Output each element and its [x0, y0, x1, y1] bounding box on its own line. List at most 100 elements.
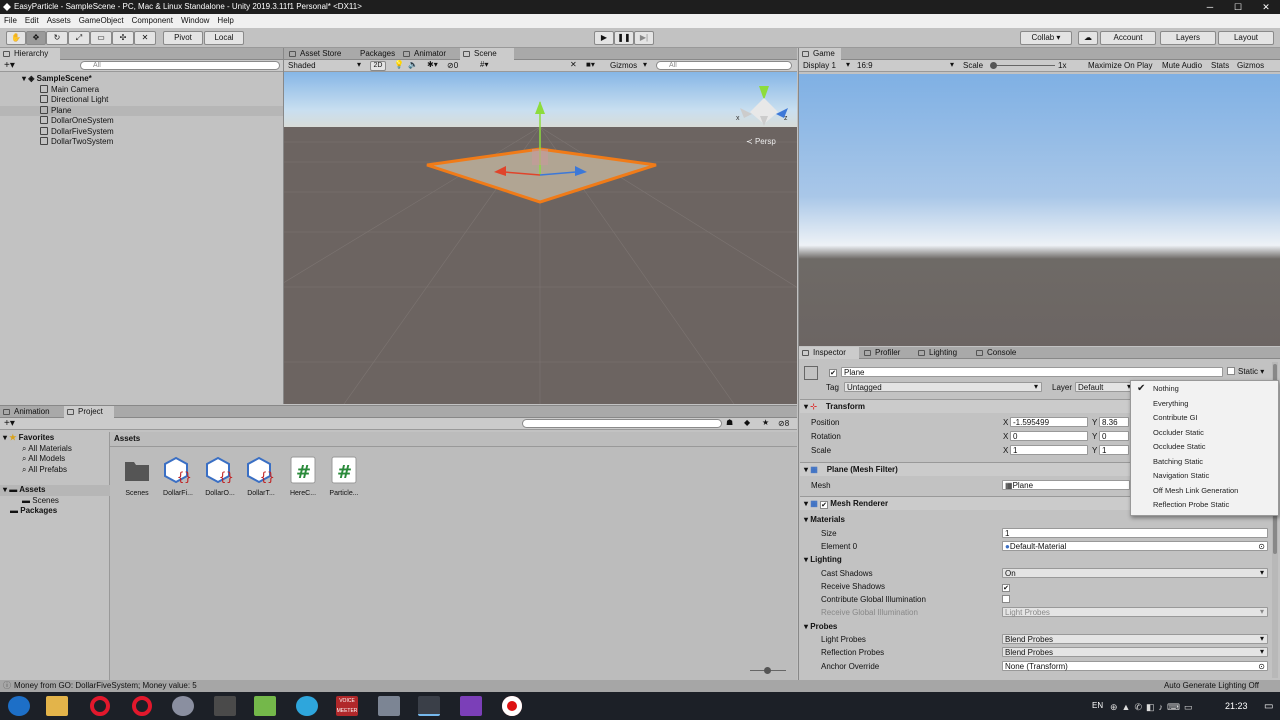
start-button[interactable] [8, 696, 30, 716]
hidden-packages-toggle[interactable]: ⊘8 [778, 419, 789, 428]
effects-toggle-icon[interactable]: ✱▾ [427, 60, 438, 69]
object-active-checkbox[interactable]: ✔ [829, 367, 837, 377]
tray-icons[interactable]: ⊕▲✆◧♪⌨▭ [1110, 702, 1197, 713]
step-button[interactable]: ▶| [634, 31, 654, 45]
asset-dollart-script[interactable]: {} DollarT... [241, 456, 281, 497]
mute-audio-toggle[interactable]: Mute Audio [1162, 61, 1202, 70]
telegram-icon[interactable] [296, 696, 318, 716]
static-option-off-mesh-link[interactable]: Off Mesh Link Generation [1153, 485, 1238, 497]
scale-x-field[interactable]: 1 [1010, 445, 1088, 455]
filter-label-icon[interactable]: ◆ [744, 418, 750, 427]
tab-game[interactable]: Game [799, 48, 841, 60]
menu-assets[interactable]: Assets [43, 14, 75, 28]
account-dropdown[interactable]: Account [1100, 31, 1156, 45]
hierarchy-item-plane[interactable]: Plane [0, 105, 283, 116]
static-option-batching[interactable]: Batching Static [1153, 456, 1203, 468]
notifications-icon[interactable]: ▭ [1264, 701, 1273, 712]
scenes-folder[interactable]: ▬ Scenes [22, 496, 59, 507]
pause-button[interactable]: ❚❚ [614, 31, 634, 45]
project-create-icon[interactable]: +▾ [4, 418, 15, 429]
tab-inspector[interactable]: Inspector [799, 347, 859, 359]
anchor-override-field[interactable]: None (Transform) ⊙ [1002, 661, 1268, 671]
opera-gx-icon[interactable] [132, 696, 152, 716]
lighting-toggle-icon[interactable]: 💡 [394, 60, 404, 69]
auto-lighting-status[interactable]: Auto Generate Lighting Off [1164, 680, 1259, 692]
menu-file[interactable]: File [0, 14, 21, 28]
static-option-navigation[interactable]: Navigation Static [1153, 470, 1209, 482]
hierarchy-item-dollar-two[interactable]: DollarTwoSystem [0, 137, 283, 148]
hand-tool-icon[interactable]: ✋ [6, 31, 26, 45]
static-option-everything[interactable]: Everything [1153, 398, 1188, 410]
tag-dropdown[interactable]: Untagged [844, 382, 1042, 392]
tab-asset-store[interactable]: Asset Store [286, 48, 348, 60]
close-button[interactable]: ✕ [1252, 0, 1280, 14]
game-viewport[interactable] [799, 74, 1280, 346]
custom-tool-icon[interactable]: ✕ [134, 31, 156, 45]
grid-toggle-icon[interactable]: #▾ [480, 60, 488, 69]
filter-type-icon[interactable]: ☗ [726, 418, 733, 427]
minimize-button[interactable]: ─ [1196, 0, 1224, 14]
paint-icon[interactable] [172, 696, 194, 716]
favorite-star-icon[interactable]: ★ [762, 418, 769, 427]
hierarchy-item-main-camera[interactable]: Main Camera [0, 84, 283, 96]
position-x-field[interactable]: -1.595499 [1010, 417, 1088, 427]
scene-root[interactable]: ▾ ◈ SampleScene* [0, 74, 283, 85]
hidden-objects-toggle[interactable]: ⊘0 [447, 61, 458, 70]
mesh-field[interactable]: ▦Plane [1002, 480, 1130, 490]
camera-icon[interactable]: ■▾ [586, 60, 595, 69]
menu-gameobject[interactable]: GameObject [75, 14, 128, 28]
project-search[interactable] [522, 419, 722, 428]
create-plus-icon[interactable]: +▾ [4, 60, 15, 71]
object-picker-icon[interactable]: ⊙ [1258, 662, 1265, 671]
thumbnail-size-slider[interactable] [750, 667, 786, 674]
game-gizmos-toggle[interactable]: Gizmos [1237, 61, 1264, 70]
element0-field[interactable]: ●Default-Material ⊙ [1002, 541, 1268, 551]
favorites-all-materials[interactable]: ⌕ All Materials [22, 444, 72, 455]
display-dropdown[interactable]: Display 1 [801, 60, 853, 71]
thumbnail-size-thumb[interactable] [764, 667, 771, 674]
asset-herec-script[interactable]: # HereC... [283, 456, 323, 497]
tab-project[interactable]: Project [64, 406, 114, 418]
scale-slider[interactable] [990, 62, 1055, 69]
tab-animator[interactable]: Animator [400, 48, 460, 60]
gizmos-dropdown[interactable]: Gizmos [608, 60, 650, 71]
static-option-nothing[interactable]: ✔ Nothing [1137, 383, 1179, 395]
mesh-renderer-enabled-checkbox[interactable]: ✔ [820, 501, 829, 509]
favorites-all-models[interactable]: ⌕ All Models [22, 454, 65, 465]
maximize-on-play-toggle[interactable]: Maximize On Play [1088, 61, 1152, 70]
scale-slider-thumb[interactable] [990, 62, 997, 69]
packages-folder[interactable]: ▬ Packages [10, 506, 57, 517]
move-tool-icon[interactable]: ✥ [26, 31, 46, 45]
asset-scenes-folder[interactable]: Scenes [117, 456, 157, 497]
aspect-dropdown[interactable]: 16:9 [855, 60, 957, 71]
asset-dollaro-script[interactable]: {} DollarO... [200, 456, 240, 497]
tab-lighting[interactable]: Lighting [915, 347, 971, 359]
light-probes-dropdown[interactable]: Blend Probes [1002, 634, 1268, 644]
record-icon[interactable] [502, 696, 522, 716]
object-name-field[interactable]: Plane [841, 367, 1223, 377]
language-indicator[interactable]: EN [1092, 701, 1103, 710]
menu-component[interactable]: Component [128, 14, 177, 28]
layers-dropdown[interactable]: Layers [1160, 31, 1216, 45]
voicemeeter-icon[interactable]: VOICE MEETER [336, 696, 358, 716]
maximize-button[interactable]: ☐ [1224, 0, 1252, 14]
shading-dropdown[interactable]: Shaded [286, 60, 364, 71]
hierarchy-search[interactable]: All [80, 61, 280, 70]
object-picker-icon[interactable]: ⊙ [1258, 542, 1265, 551]
notepad-icon[interactable] [254, 696, 276, 716]
static-option-contribute-gi[interactable]: Contribute GI [1153, 412, 1198, 424]
mode-2d-button[interactable]: 2D [370, 61, 386, 71]
rotate-tool-icon[interactable]: ↻ [46, 31, 68, 45]
tab-profiler[interactable]: Profiler [861, 347, 911, 359]
tab-console[interactable]: Console [973, 347, 1027, 359]
transform-tool-icon[interactable]: ✣ [112, 31, 134, 45]
scale-tool-icon[interactable]: ⤢ [68, 31, 90, 45]
static-dropdown[interactable]: Static ▾ [1238, 367, 1264, 376]
hierarchy-item-dollar-five[interactable]: DollarFiveSystem [0, 126, 283, 138]
probes-foldout[interactable]: ▾ Probes [800, 620, 1270, 634]
unity-taskbar-icon[interactable] [418, 696, 440, 716]
system-icon[interactable] [378, 696, 400, 716]
receive-shadows-checkbox[interactable]: ✔ [1002, 582, 1010, 592]
scene-search[interactable]: All [656, 61, 792, 70]
contribute-gi-checkbox[interactable] [1002, 595, 1010, 604]
